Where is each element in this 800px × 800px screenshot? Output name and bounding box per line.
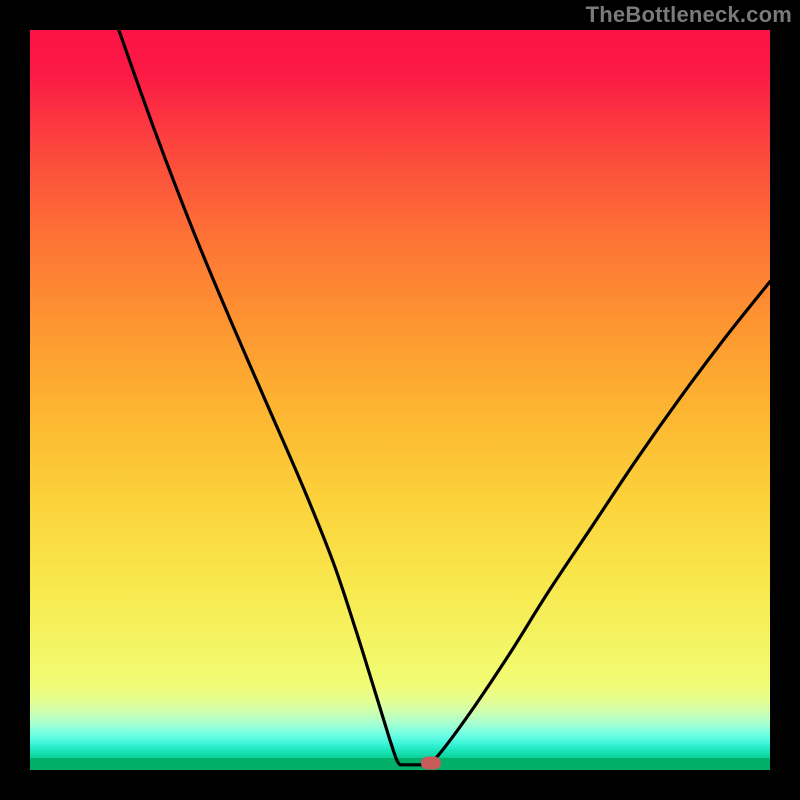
optimum-marker — [421, 756, 441, 769]
chart-frame: TheBottleneck.com — [0, 0, 800, 800]
watermark-text: TheBottleneck.com — [586, 2, 792, 28]
bottleneck-curve — [30, 30, 770, 770]
plot-area — [30, 30, 770, 770]
